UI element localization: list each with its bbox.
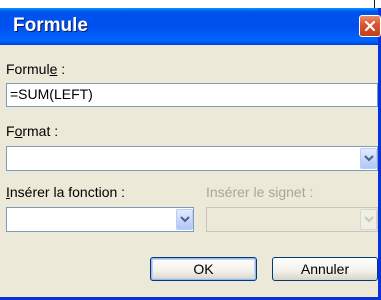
- dialog-title: Formule: [13, 15, 88, 36]
- chevron-down-icon: [364, 155, 374, 162]
- insert-bookmark-label: Insérer le signet :: [206, 184, 314, 200]
- format-dropdown-button[interactable]: [360, 148, 377, 169]
- title-bar[interactable]: Formule: [0, 8, 381, 45]
- formula-dialog: Formule Formule : =SUM(LEFT) Format : In…: [0, 8, 381, 300]
- formula-input[interactable]: =SUM(LEFT): [6, 83, 378, 107]
- formula-value: =SUM(LEFT): [10, 86, 93, 102]
- insert-function-select[interactable]: [6, 207, 194, 232]
- format-label: Format :: [6, 123, 59, 139]
- formula-label: Formule :: [6, 61, 66, 77]
- chevron-down-icon: [180, 216, 190, 223]
- cancel-button[interactable]: Annuler: [272, 257, 378, 281]
- close-icon: [364, 20, 376, 32]
- insert-bookmark-dropdown-button: [360, 209, 377, 230]
- format-select[interactable]: [6, 146, 378, 171]
- close-button[interactable]: [359, 15, 381, 37]
- insert-bookmark-select: [206, 207, 378, 232]
- chevron-down-icon: [364, 216, 374, 223]
- insert-function-label: Insérer la fonction :: [6, 184, 126, 200]
- ok-button[interactable]: OK: [150, 257, 257, 281]
- insert-function-dropdown-button[interactable]: [176, 209, 193, 230]
